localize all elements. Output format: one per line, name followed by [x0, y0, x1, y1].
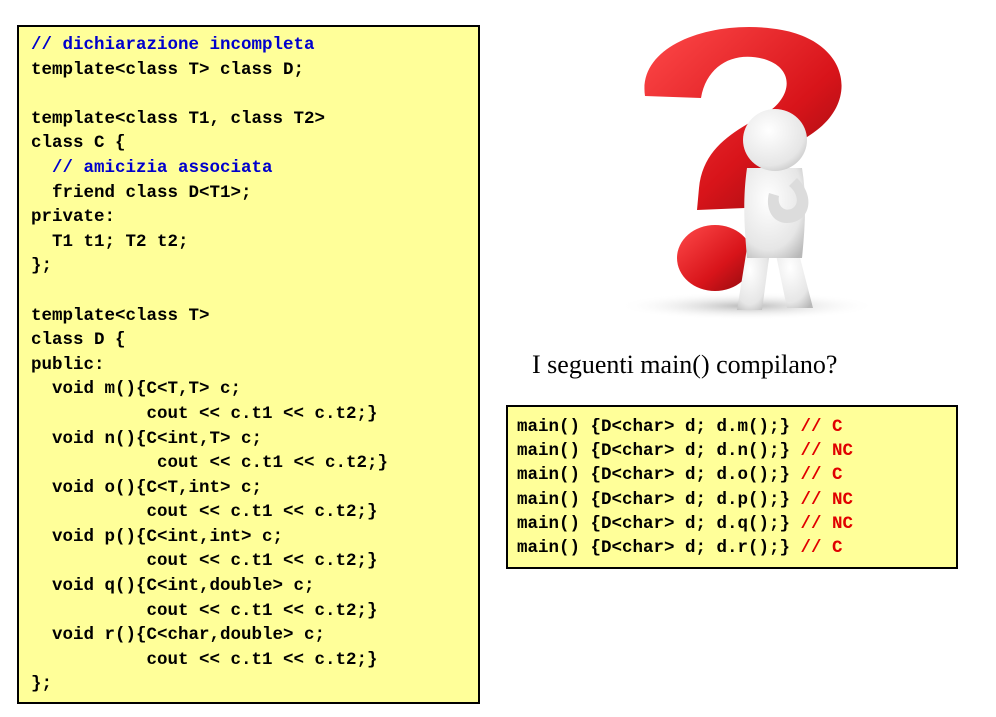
code-line: void o(){C<T,int> c; [31, 477, 263, 498]
code-line: cout << c.t1 << c.t2;} [31, 403, 378, 424]
code-comment-line: // amicizia associata [31, 157, 273, 178]
main-line: main() {D<char> d; d.m();} // C [517, 415, 956, 439]
compile-result: // C [800, 465, 843, 486]
main-line: main() {D<char> d; d.o();} // C [517, 463, 956, 487]
question-text: I seguenti main() compilano? [532, 350, 838, 379]
compile-result: // C [800, 417, 843, 437]
code-comment-line: // dichiarazione incompleta [31, 35, 315, 55]
code-line: }; [31, 256, 53, 277]
code-line: void n(){C<int,T> c; [31, 428, 263, 449]
main-line: main() {D<char> d; d.p();} // NC [517, 488, 956, 512]
code-listing: // dichiarazione incompleta template<clas… [17, 25, 480, 704]
compile-result: // NC [800, 513, 854, 534]
thinking-person-question-mark-icon [597, 18, 887, 323]
compile-result: // NC [800, 441, 854, 462]
code-line: class D { [31, 330, 126, 351]
main-line: main() {D<char> d; d.n();} // NC [517, 439, 956, 463]
main-code: main() {D<char> d; d.n();} [517, 441, 801, 462]
code-line: void p(){C<int,int> c; [31, 526, 284, 547]
main-line: main() {D<char> d; d.q();} // NC [517, 512, 956, 536]
code-line: cout << c.t1 << c.t2;} [31, 502, 378, 523]
main-code: main() {D<char> d; d.o();} [517, 465, 801, 486]
code-line: private: [31, 207, 116, 228]
compile-result: // C [800, 537, 843, 558]
code-line: friend class D<T1>; [31, 182, 252, 203]
code-line: class C { [31, 133, 126, 154]
compile-result: // NC [800, 489, 854, 510]
main-code: main() {D<char> d; d.p();} [517, 489, 801, 510]
code-line: template<class T> class D; [31, 59, 305, 80]
code-line: cout << c.t1 << c.t2;} [31, 649, 378, 670]
main-code: main() {D<char> d; d.q();} [517, 513, 801, 534]
code-line: template<class T1, class T2> [31, 108, 326, 129]
code-line: T1 t1; T2 t2; [31, 231, 189, 252]
code-line: public: [31, 354, 105, 375]
code-line: }; [31, 674, 53, 695]
main-line: main() {D<char> d; d.r();} // C [517, 536, 956, 560]
code-line: cout << c.t1 << c.t2;} [31, 551, 378, 572]
code-line: void q(){C<int,double> c; [31, 576, 315, 597]
main-results-box: main() {D<char> d; d.m();} // Cmain() {D… [506, 405, 958, 569]
main-code: main() {D<char> d; d.m();} [517, 417, 801, 437]
code-line: cout << c.t1 << c.t2;} [31, 453, 389, 474]
code-line: cout << c.t1 << c.t2;} [31, 600, 378, 621]
code-line: template<class T> [31, 305, 210, 326]
code-line: void m(){C<T,T> c; [31, 379, 242, 400]
code-line: void r(){C<char,double> c; [31, 625, 326, 646]
main-code: main() {D<char> d; d.r();} [517, 537, 801, 558]
